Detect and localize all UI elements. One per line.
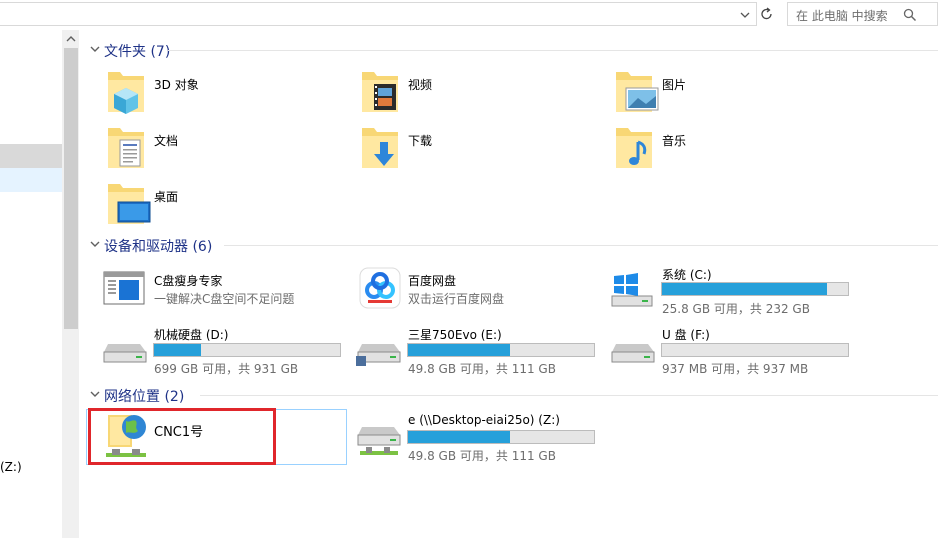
hard-drive-icon: [103, 344, 147, 363]
drive-usage-bar: [661, 282, 849, 296]
drive-name: e (\\Desktop-eiai25o) (Z:): [408, 413, 560, 427]
folder-documents[interactable]: 文档: [104, 124, 344, 172]
device-description: 双击运行百度网盘: [408, 292, 505, 306]
folder-3d-objects[interactable]: 3D 对象: [104, 68, 344, 116]
group-divider: [200, 395, 938, 396]
folder-pictures[interactable]: 图片: [612, 68, 852, 116]
device-baidu-netdisk[interactable]: 百度网盘 双击运行百度网盘: [356, 266, 596, 312]
network-drive-icon: [357, 427, 401, 455]
drive-usage-bar: [407, 430, 595, 444]
usb-drive-icon: [611, 344, 655, 363]
nav-item-selected[interactable]: [0, 168, 62, 192]
folder-name: 下载: [408, 134, 433, 148]
drive-usage-bar: [153, 343, 341, 357]
nav-scrollbar-thumb[interactable]: [64, 48, 78, 329]
group-header-folders[interactable]: 文件夹 (7): [88, 40, 938, 60]
drive-usage-fill: [154, 344, 201, 356]
folder-music[interactable]: 音乐: [612, 124, 852, 172]
videos-folder-icon: [362, 72, 398, 112]
scroll-up-icon[interactable]: [66, 35, 76, 43]
3d-objects-folder-icon: [108, 72, 144, 114]
nav-item-hovered[interactable]: [0, 144, 62, 168]
drive-name: U 盘 (F:): [662, 328, 710, 342]
refresh-icon: [761, 7, 772, 20]
drive-space: 25.8 GB 可用，共 232 GB: [662, 302, 810, 316]
drive-name: 机械硬盘 (D:): [154, 328, 229, 342]
drive-space: 49.8 GB 可用，共 111 GB: [408, 449, 556, 463]
network-drive-z[interactable]: e (\\Desktop-eiai25o) (Z:) 49.8 GB 可用，共 …: [356, 411, 616, 463]
device-name: 百度网盘: [408, 274, 457, 288]
music-folder-icon: [616, 128, 652, 168]
group-title: 文件夹 (7): [104, 44, 171, 60]
drive-usage-fill: [408, 431, 511, 443]
windows-drive-icon: [611, 273, 653, 307]
folder-name: 音乐: [662, 134, 687, 148]
drive-usage-fill: [662, 283, 828, 295]
chevron-down-icon[interactable]: [90, 45, 100, 53]
desktop-folder-icon: [108, 184, 151, 224]
device-name: C盘瘦身专家: [154, 274, 223, 288]
drive-f[interactable]: U 盘 (F:) 937 MB 可用，共 937 MB: [610, 324, 860, 376]
device-description: 一键解决C盘空间不足问题: [154, 292, 295, 306]
chevron-down-icon[interactable]: [90, 240, 100, 248]
folder-downloads[interactable]: 下载: [358, 124, 598, 172]
content-pane: 文件夹 (7) 3D 对象 视频 图片 文档 下载 音乐 桌面 设备和驱动器 (…: [80, 30, 938, 538]
drive-c[interactable]: 系统 (C:) 25.8 GB 可用，共 232 GB: [610, 264, 860, 316]
folder-videos[interactable]: 视频: [358, 68, 598, 116]
drive-space: 937 MB 可用，共 937 MB: [662, 362, 809, 376]
folder-name: 桌面: [154, 190, 179, 204]
group-divider: [168, 50, 938, 51]
folder-name: 图片: [662, 78, 687, 92]
highlight-annotation: [88, 408, 276, 465]
group-header-devices[interactable]: 设备和驱动器 (6): [88, 235, 938, 255]
drive-name: 三星750Evo (E:): [408, 328, 502, 342]
search-icon[interactable]: [902, 7, 918, 23]
refresh-button[interactable]: [757, 2, 777, 26]
drive-usage-bar: [407, 343, 595, 357]
baidu-netdisk-icon: [359, 267, 401, 309]
group-title: 设备和驱动器 (6): [104, 239, 213, 255]
device-c-cleaner[interactable]: C盘瘦身专家 一键解决C盘空间不足问题: [102, 266, 342, 312]
group-divider: [224, 245, 938, 246]
folder-name: 文档: [154, 134, 179, 148]
drive-name: 系统 (C:): [662, 268, 712, 282]
hard-drive-icon: [356, 344, 401, 366]
drive-e[interactable]: 三星750Evo (E:) 49.8 GB 可用，共 111 GB: [356, 324, 606, 376]
group-header-network[interactable]: 网络位置 (2): [88, 385, 938, 405]
c-cleaner-app-icon: [103, 271, 145, 305]
folder-name: 视频: [408, 78, 433, 92]
search-input[interactable]: 在 此电脑 中搜索: [796, 7, 888, 24]
drive-space: 49.8 GB 可用，共 111 GB: [408, 362, 556, 376]
group-title: 网络位置 (2): [104, 389, 185, 405]
address-bar[interactable]: [0, 2, 757, 26]
drive-usage-fill: [408, 344, 511, 356]
documents-folder-icon: [108, 128, 144, 168]
toolbar: 在 此电脑 中搜索: [0, 0, 938, 30]
downloads-folder-icon: [362, 128, 398, 168]
drive-d[interactable]: 机械硬盘 (D:) 699 GB 可用，共 931 GB: [102, 324, 352, 376]
pictures-folder-icon: [616, 72, 659, 112]
drive-usage-bar: [661, 343, 849, 357]
chevron-down-icon[interactable]: [738, 8, 752, 22]
search-box[interactable]: 在 此电脑 中搜索: [787, 2, 938, 26]
nav-item-drive-z[interactable]: (Z:): [0, 460, 22, 474]
navigation-pane: (Z:): [0, 30, 80, 538]
folder-name: 3D 对象: [154, 78, 199, 92]
folder-desktop[interactable]: 桌面: [104, 180, 344, 228]
chevron-down-icon[interactable]: [90, 390, 100, 398]
drive-space: 699 GB 可用，共 931 GB: [154, 362, 299, 376]
